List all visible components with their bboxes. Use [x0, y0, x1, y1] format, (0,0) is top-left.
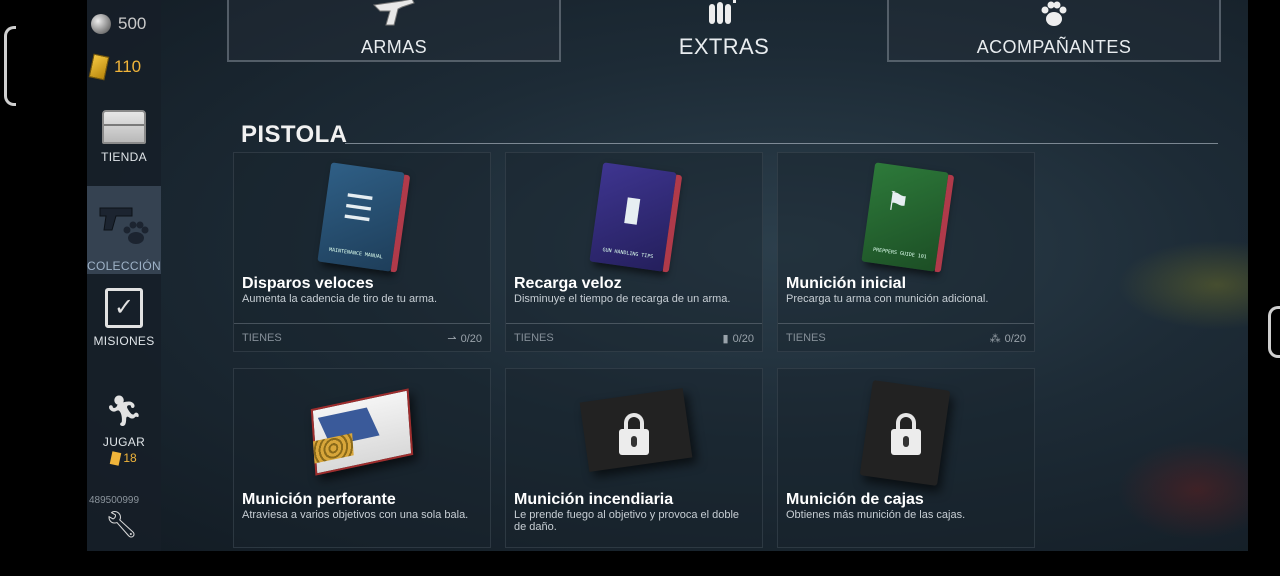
speed-icon: ⇀: [447, 332, 457, 345]
gun-handling-tips-icon: ▮ GUN HANDLING TIPS: [589, 162, 683, 273]
sidebar-item-label: JUGAR: [102, 435, 146, 449]
owned-count: ▮ 0/20: [723, 332, 754, 345]
lock-body: [619, 429, 649, 455]
card-municion-perforante[interactable]: Munición perforante Atraviesa a varios o…: [233, 368, 491, 548]
screen-edge-right: [1268, 306, 1280, 358]
have-label: TIENES: [242, 332, 282, 344]
book-title: MAINTENANCE MANUAL: [328, 246, 384, 261]
book-emblem: ⚑: [883, 186, 912, 220]
section-title: PISTOLA: [241, 121, 348, 148]
sidebar-item-coleccion[interactable]: COLECCIÓN: [87, 186, 161, 274]
card-description: Le prende fuego al objetivo y provoca el…: [514, 509, 740, 533]
revolver-icon: [372, 0, 416, 35]
book-title: PREPPERS GUIDE 101: [872, 246, 928, 261]
tab-acompanantes[interactable]: ACOMPAÑANTES: [887, 0, 1221, 62]
calendar-check-icon: [105, 288, 143, 328]
owned-count-value: 0/20: [1004, 332, 1026, 345]
wrench-icon[interactable]: 🔧︎: [105, 510, 138, 540]
ammo-box-icon: [310, 388, 414, 476]
sidebar-item-label: TIENDA: [101, 150, 147, 164]
sidebar-item-jugar[interactable]: 🏃︎ JUGAR 18: [87, 394, 161, 486]
card-municion-de-cajas[interactable]: Munición de cajas Obtienes más munición …: [777, 368, 1035, 548]
gold-amount: 110: [114, 57, 142, 76]
runner-icon: 🏃︎: [104, 394, 144, 429]
book-spine: [662, 174, 683, 273]
card-title: Munición perforante: [242, 491, 396, 508]
gold-bar-icon: [88, 53, 110, 81]
card-title: Munición incendiaria: [514, 491, 674, 508]
lock-icon: [619, 413, 649, 455]
card-title: Munición inicial: [786, 275, 907, 292]
magazine-icon: ▮: [722, 332, 729, 345]
book-emblem: ▮: [620, 187, 645, 230]
sidebar-item-label: COLECCIÓN: [86, 259, 162, 273]
owned-count-value: 0/20: [732, 332, 754, 345]
silver-coin-icon: [91, 14, 111, 34]
sidebar-item-label: MISIONES: [93, 334, 155, 348]
gold-bar-icon: [110, 450, 122, 466]
owned-count: ⇀ 0/20: [447, 332, 482, 345]
pistol-paw-icon: [98, 200, 150, 253]
card-description: Disminuye el tiempo de recarga de un arm…: [514, 293, 731, 305]
gold-currency: 110: [88, 53, 142, 81]
bullets-plus-icon: [705, 0, 743, 32]
owned-count-value: 0/20: [460, 332, 482, 345]
ammo-stack-icon: ⁂: [989, 332, 1001, 345]
maintenance-manual-icon: ☰ MAINTENANCE MANUAL: [317, 162, 411, 273]
section-divider: [345, 143, 1218, 144]
lock-icon: [891, 413, 921, 455]
card-description: Aumenta la cadencia de tiro de tu arma.: [242, 293, 438, 305]
card-footer: TIENES ⁂ 0/20: [778, 323, 1034, 351]
tab-acompanantes-label: ACOMPAÑANTES: [976, 37, 1132, 57]
screen-edge-left: [4, 26, 16, 106]
card-municion-incendiaria[interactable]: Munición incendiaria Le prende fuego al …: [505, 368, 763, 548]
paw-icon: [1038, 0, 1070, 35]
card-description: Obtienes más munición de las cajas.: [786, 509, 966, 521]
sidebar: 500 110 TIENDA COLECCIÓN MISIONES 🏃︎ JUG…: [87, 0, 161, 551]
have-label: TIENES: [514, 332, 554, 344]
background-glow: [1117, 440, 1248, 540]
tab-extras[interactable]: EXTRAS: [642, 0, 806, 62]
card-footer: TIENES ⇀ 0/20: [234, 323, 490, 351]
tab-extras-label: EXTRAS: [678, 34, 770, 59]
card-title: Munición de cajas: [786, 491, 924, 508]
energy-count: 18: [123, 451, 137, 465]
card-recarga-veloz[interactable]: ▮ GUN HANDLING TIPS Recarga veloz Dismin…: [505, 152, 763, 352]
have-label: TIENES: [786, 332, 826, 344]
book-emblem: ☰: [340, 186, 377, 231]
card-description: Precarga tu arma con munición adicional.: [786, 293, 989, 305]
book-spine: [390, 174, 411, 273]
book-spine: [934, 174, 955, 273]
sidebar-item-tienda[interactable]: TIENDA: [87, 110, 161, 178]
owned-count: ⁂ 0/20: [990, 332, 1026, 345]
card-title: Recarga veloz: [514, 275, 622, 292]
card-footer: TIENES ▮ 0/20: [506, 323, 762, 351]
sidebar-item-misiones[interactable]: MISIONES: [87, 288, 161, 360]
silver-currency: 500: [91, 14, 146, 34]
card-title: Disparos veloces: [242, 275, 374, 292]
card-disparos-veloces[interactable]: ☰ MAINTENANCE MANUAL Disparos veloces Au…: [233, 152, 491, 352]
card-description: Atraviesa a varios objetivos con una sol…: [242, 509, 469, 521]
silver-amount: 500: [118, 14, 147, 33]
card-municion-inicial[interactable]: ⚑ PREPPERS GUIDE 101 Munición inicial Pr…: [777, 152, 1035, 352]
tab-armas[interactable]: ARMAS: [227, 0, 561, 62]
chest-icon: [102, 110, 146, 144]
lock-body: [891, 429, 921, 455]
tab-armas-label: ARMAS: [360, 37, 427, 57]
energy-badge: 18: [110, 450, 137, 466]
preppers-guide-icon: ⚑ PREPPERS GUIDE 101: [861, 162, 955, 273]
book-title: GUN HANDLING TIPS: [602, 247, 654, 261]
user-id: 489500999: [89, 495, 140, 506]
